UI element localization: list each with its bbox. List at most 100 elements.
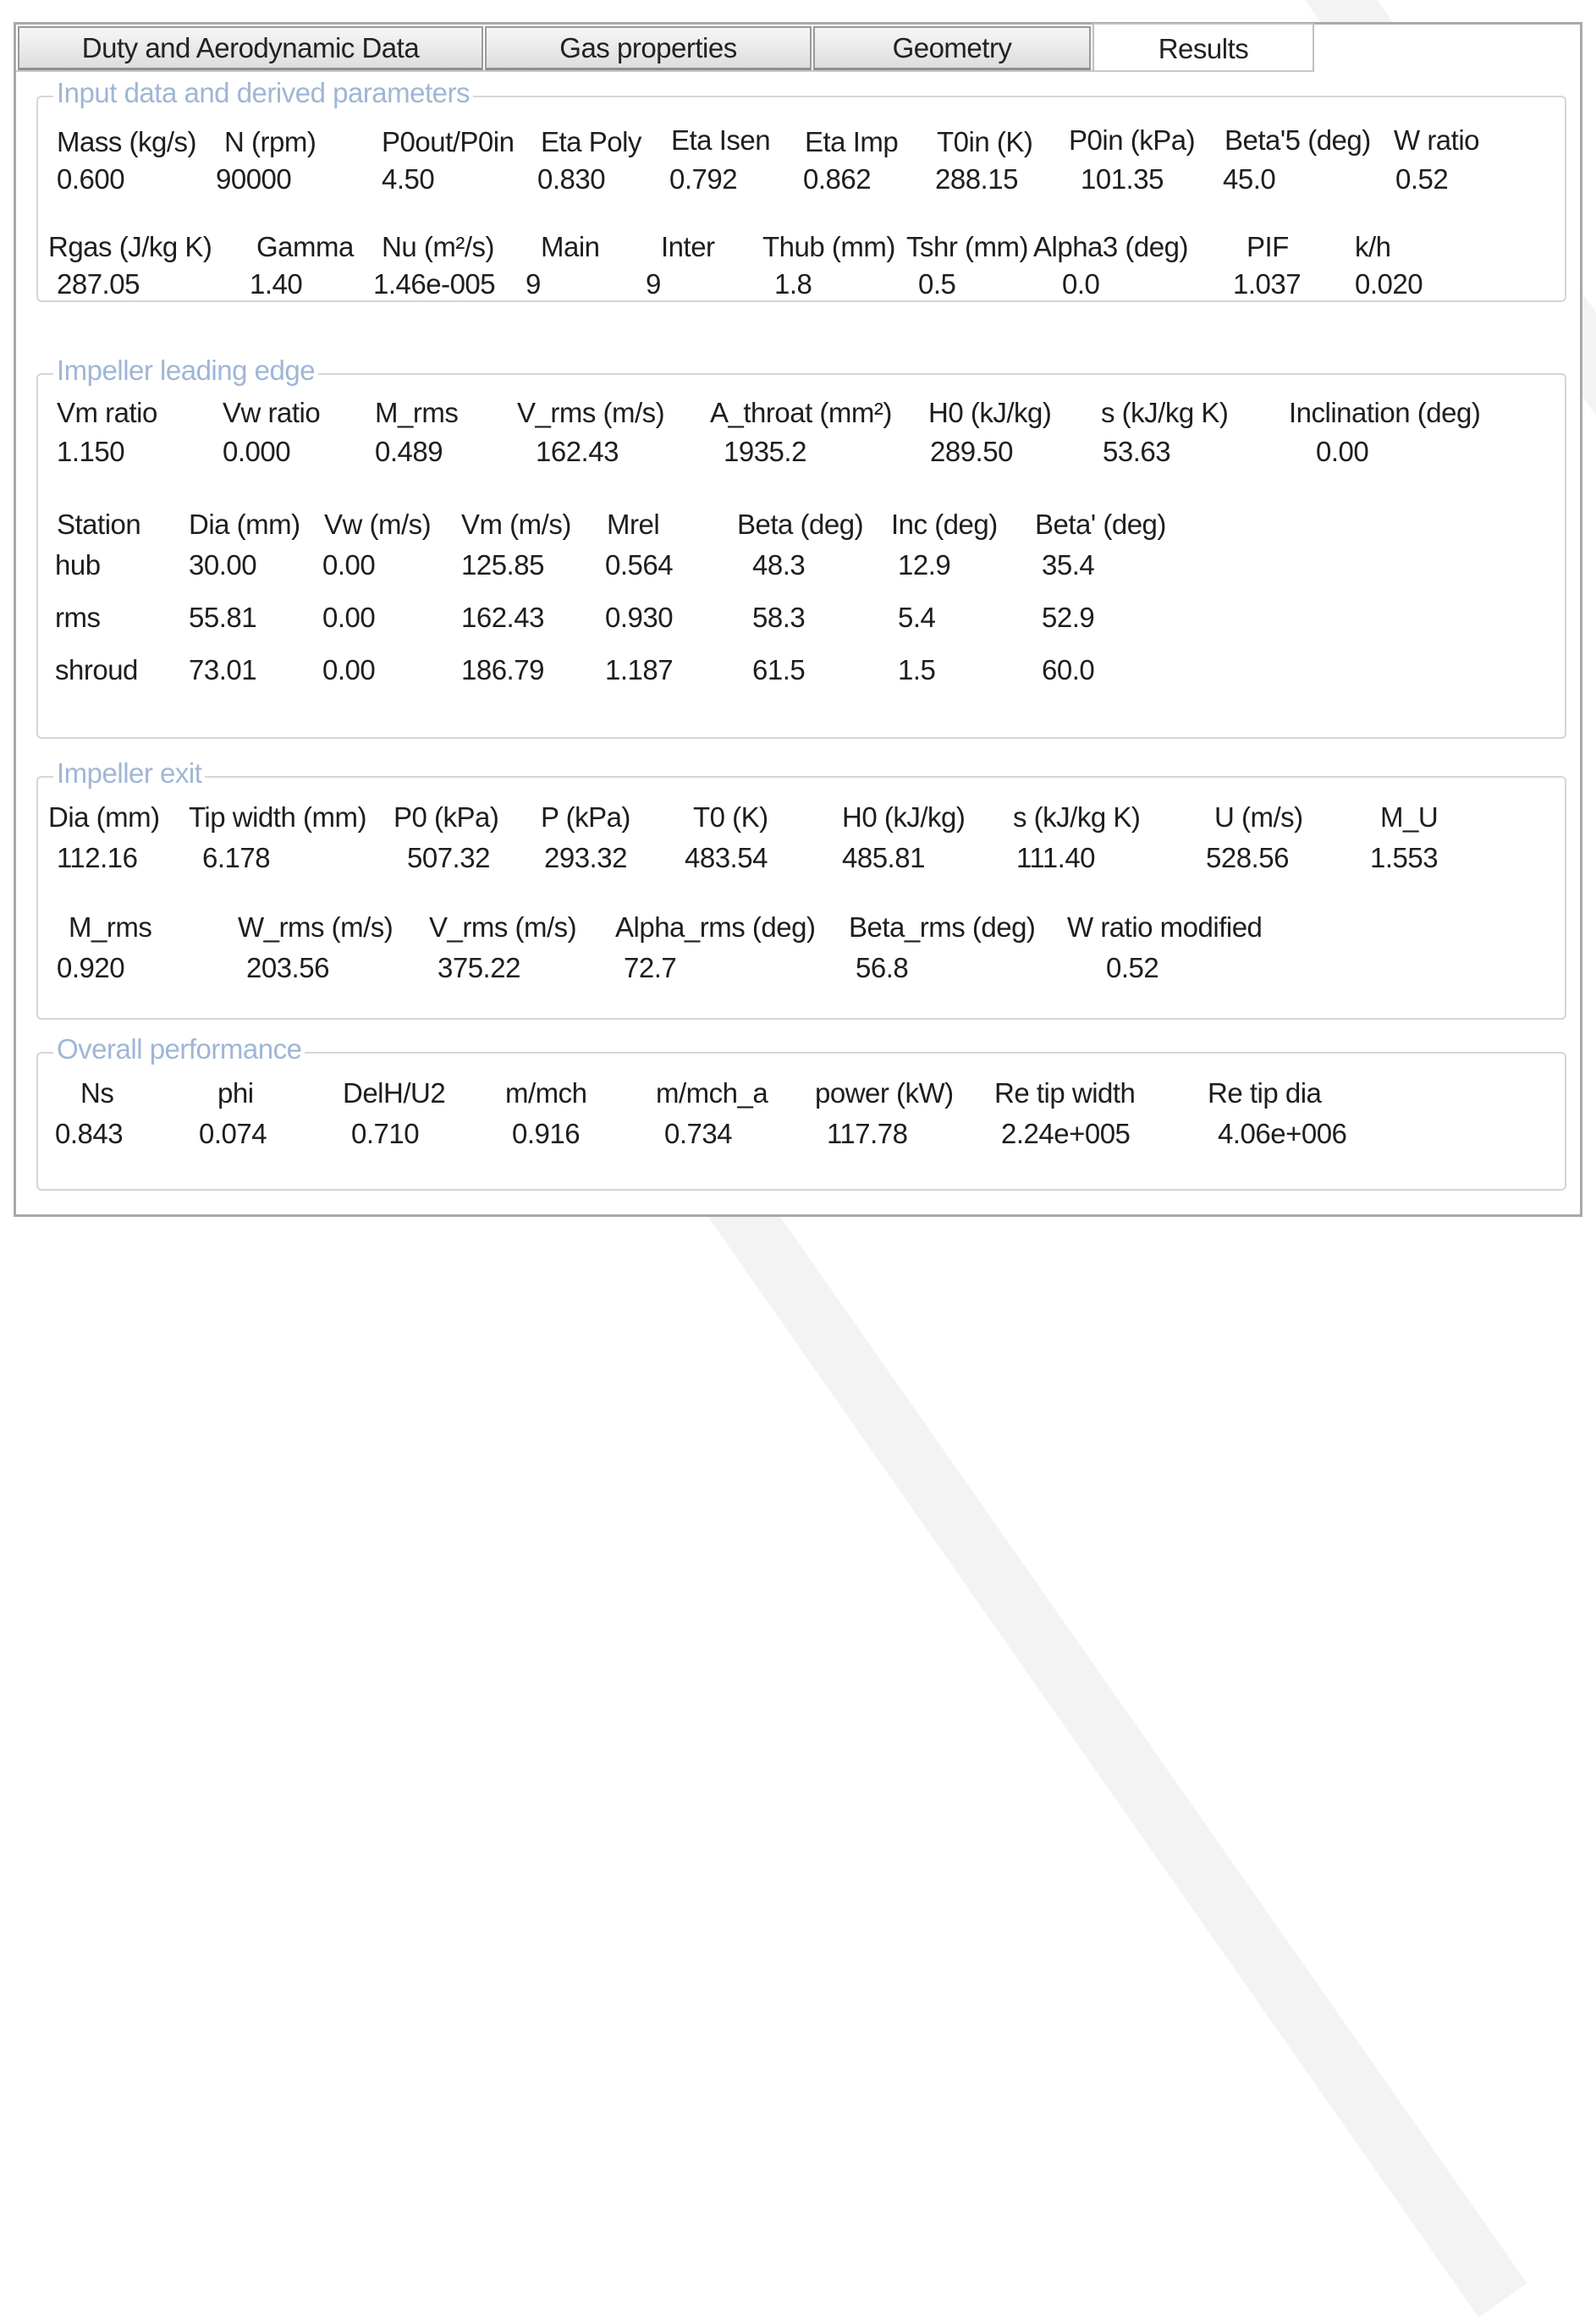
group-input-data-title: Input data and derived parameters	[53, 77, 473, 109]
label-s-inlet: s (kJ/kg K)	[1101, 397, 1229, 428]
value-vm-ratio: 1.150	[57, 436, 125, 467]
cell-beta: 48.3	[752, 549, 806, 581]
label-power: power (kW)	[815, 1077, 954, 1109]
label-vm-ratio: Vm ratio	[57, 397, 157, 428]
value-eta-poly: 0.830	[537, 163, 606, 195]
cell-vw: 0.00	[322, 654, 376, 685]
value-eta-imp: 0.862	[803, 163, 872, 195]
value-w-ratio-modified: 0.52	[1106, 952, 1159, 983]
value-w-ratio: 0.52	[1395, 163, 1449, 195]
results-window: Duty and Aerodynamic Data Gas properties…	[14, 22, 1582, 1217]
value-m-rms: 0.489	[375, 436, 443, 467]
value-k-h: 0.020	[1355, 268, 1423, 300]
cell-beta: 58.3	[752, 602, 806, 633]
label-exit-mu: M_U	[1380, 801, 1439, 833]
label-tshr: Tshr (mm)	[906, 231, 1028, 262]
cell-vm: 162.43	[461, 602, 544, 633]
value-tshr: 0.5	[918, 268, 956, 300]
tab-gas-properties[interactable]: Gas properties	[485, 26, 812, 70]
value-a-throat: 1935.2	[724, 436, 806, 467]
label-thub: Thub (mm)	[762, 231, 895, 262]
label-a-throat: A_throat (mm²)	[710, 397, 892, 428]
value-h0-inlet: 289.50	[930, 436, 1013, 467]
label-beta5: Beta'5 (deg)	[1225, 124, 1371, 156]
value-v-rms: 162.43	[536, 436, 619, 467]
cell-station: rms	[55, 602, 101, 633]
value-alpha3: 0.0	[1062, 268, 1100, 300]
cell-mrel: 0.564	[605, 549, 674, 581]
value-exit-p: 293.32	[544, 842, 627, 873]
value-n-rpm: 90000	[216, 163, 292, 195]
cell-dia: 73.01	[189, 654, 257, 685]
label-re-tip-width: Re tip width	[994, 1077, 1136, 1109]
value-exit-beta-rms: 56.8	[856, 952, 909, 983]
label-exit-v-rms: V_rms (m/s)	[429, 911, 577, 943]
value-exit-s: 111.40	[1016, 842, 1096, 873]
cell-inc: 12.9	[898, 549, 951, 581]
value-exit-h0: 485.81	[842, 842, 925, 873]
value-exit-m-rms: 0.920	[57, 952, 125, 983]
value-exit-dia: 112.16	[57, 842, 138, 873]
tab-geometry[interactable]: Geometry	[813, 26, 1091, 70]
label-exit-p: P (kPa)	[541, 801, 630, 833]
value-delh-u2: 0.710	[351, 1118, 420, 1149]
label-main-blades: Main	[541, 231, 600, 262]
value-gamma: 1.40	[250, 268, 303, 300]
cell-vw: 0.00	[322, 549, 376, 581]
value-s-inlet: 53.63	[1103, 436, 1171, 467]
label-tip-width: Tip width (mm)	[189, 801, 366, 833]
value-vw-ratio: 0.000	[223, 436, 291, 467]
header-beta: Beta (deg)	[737, 509, 864, 540]
group-impeller-exit: Impeller exit Dia (mm) 112.16 Tip width …	[36, 757, 1566, 1020]
value-tip-width: 6.178	[202, 842, 271, 873]
value-exit-t0: 483.54	[685, 842, 768, 873]
cell-dia: 30.00	[189, 549, 257, 581]
value-inter-blades: 9	[646, 268, 661, 300]
label-m-rms: M_rms	[375, 397, 459, 428]
label-re-tip-dia: Re tip dia	[1208, 1077, 1322, 1109]
cell-vm: 186.79	[461, 654, 544, 685]
value-nu: 1.46e-005	[373, 268, 496, 300]
value-m-mch: 0.916	[512, 1118, 581, 1149]
cell-beta-prime: 60.0	[1042, 654, 1095, 685]
group-input-data: Input data and derived parameters Mass (…	[36, 77, 1566, 302]
value-eta-isen: 0.792	[669, 163, 738, 195]
label-nu: Nu (m²/s)	[382, 231, 494, 262]
label-exit-p0: P0 (kPa)	[393, 801, 499, 833]
tab-results[interactable]: Results	[1092, 23, 1314, 72]
label-mass: Mass (kg/s)	[57, 126, 197, 157]
header-station: Station	[57, 509, 141, 540]
label-exit-u: U (m/s)	[1214, 801, 1303, 833]
tab-duty-aero[interactable]: Duty and Aerodynamic Data	[18, 26, 483, 70]
value-exit-p0: 507.32	[407, 842, 490, 873]
group-overall-performance: Overall performance Ns 0.843 phi 0.074 D…	[36, 1033, 1566, 1191]
tab-divider	[16, 70, 1313, 72]
label-rgas: Rgas (J/kg K)	[48, 231, 212, 262]
label-exit-s: s (kJ/kg K)	[1013, 801, 1141, 833]
label-inclination: Inclination (deg)	[1289, 397, 1481, 428]
label-h0-inlet: H0 (kJ/kg)	[928, 397, 1052, 428]
group-impeller-exit-title: Impeller exit	[53, 757, 206, 790]
group-leading-edge-title: Impeller leading edge	[53, 355, 319, 387]
cell-vm: 125.85	[461, 549, 544, 581]
value-phi: 0.074	[199, 1118, 267, 1149]
header-vw: Vw (m/s)	[324, 509, 432, 540]
label-alpha3: Alpha3 (deg)	[1033, 231, 1188, 262]
label-pressure-ratio: P0out/P0in	[382, 126, 515, 157]
value-exit-u: 528.56	[1206, 842, 1289, 873]
label-m-mch: m/mch	[505, 1077, 587, 1109]
value-pressure-ratio: 4.50	[382, 163, 435, 195]
value-re-tip-dia: 4.06e+006	[1218, 1118, 1347, 1149]
value-exit-alpha-rms: 72.7	[624, 952, 677, 983]
cell-station: hub	[55, 549, 101, 581]
label-inter-blades: Inter	[661, 231, 715, 262]
label-exit-m-rms: M_rms	[69, 911, 152, 943]
cell-mrel: 0.930	[605, 602, 674, 633]
header-mrel: Mrel	[607, 509, 660, 540]
label-v-rms: V_rms (m/s)	[517, 397, 665, 428]
cell-vw: 0.00	[322, 602, 376, 633]
label-n-rpm: N (rpm)	[224, 126, 316, 157]
label-exit-t0: T0 (K)	[693, 801, 768, 833]
header-beta-prime: Beta' (deg)	[1035, 509, 1166, 540]
label-m-mch-a: m/mch_a	[656, 1077, 768, 1109]
